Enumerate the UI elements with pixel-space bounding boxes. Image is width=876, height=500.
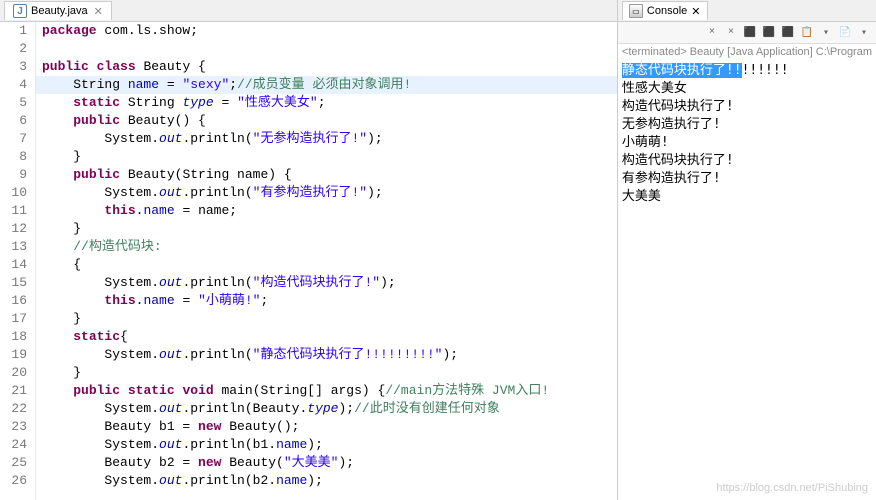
line-number: 5 (0, 94, 27, 112)
line-number: 21 (0, 382, 27, 400)
line-number: 20 (0, 364, 27, 382)
line-number: 13 (0, 238, 27, 256)
line-number: 16 (0, 292, 27, 310)
code-line[interactable]: this.name = name; (36, 202, 617, 220)
editor-tab-bar: J Beauty.java ✕ (0, 0, 617, 22)
console-toolbar: ××⬛⬛⬛📋▾📄▾ (618, 22, 876, 44)
editor-tab-filename: Beauty.java (31, 5, 88, 17)
console-output-line: 构造代码块执行了! (622, 98, 872, 116)
toolbar-button[interactable]: ▾ (818, 25, 834, 41)
code-line[interactable]: System.out.println("无参构造执行了!"); (36, 130, 617, 148)
code-line[interactable]: public Beauty() { (36, 112, 617, 130)
console-tab[interactable]: ▭ Console ✕ (622, 1, 708, 20)
line-number: 22 (0, 400, 27, 418)
code-line[interactable]: this.name = "小萌萌!"; (36, 292, 617, 310)
line-number: 14 (0, 256, 27, 274)
line-number: 7 (0, 130, 27, 148)
line-number: 10 (0, 184, 27, 202)
toolbar-button[interactable]: ⬛ (742, 25, 758, 41)
code-line[interactable]: package com.ls.show; (36, 22, 617, 40)
line-number: 4 (0, 76, 27, 94)
close-icon[interactable]: ✕ (94, 5, 103, 18)
code-line[interactable]: String name = "sexy";//成员变量 必须由对象调用! (36, 76, 617, 94)
toolbar-button[interactable]: 📄 (837, 25, 853, 41)
editor-pane: J Beauty.java ✕ 123456789101112131415161… (0, 0, 618, 500)
console-output-line: 小萌萌! (622, 134, 872, 152)
code-line[interactable]: System.out.println("静态代码块执行了!!!!!!!!!"); (36, 346, 617, 364)
console-output-line: 无参构造执行了! (622, 116, 872, 134)
code-area[interactable]: 1234567891011121314151617181920212223242… (0, 22, 617, 500)
toolbar-button[interactable]: ⬛ (780, 25, 796, 41)
close-icon[interactable]: ✕ (691, 5, 700, 18)
code-line[interactable]: } (36, 364, 617, 382)
code-line[interactable]: { (36, 256, 617, 274)
toolbar-button[interactable]: ▾ (856, 25, 872, 41)
line-number: 1 (0, 22, 27, 40)
toolbar-button[interactable]: 📋 (799, 25, 815, 41)
line-number: 9 (0, 166, 27, 184)
line-number: 17 (0, 310, 27, 328)
code-line[interactable]: } (36, 148, 617, 166)
console-output-line: 性感大美女 (622, 80, 872, 98)
code-line[interactable]: System.out.println("构造代码块执行了!"); (36, 274, 617, 292)
console-output-line: 大美美 (622, 188, 872, 206)
line-number: 25 (0, 454, 27, 472)
line-number: 2 (0, 40, 27, 58)
line-number: 6 (0, 112, 27, 130)
console-output-line: 有参构造执行了! (622, 170, 872, 188)
code-content[interactable]: package com.ls.show; public class Beauty … (36, 22, 617, 500)
line-number: 15 (0, 274, 27, 292)
editor-tab[interactable]: J Beauty.java ✕ (4, 1, 112, 20)
line-number: 18 (0, 328, 27, 346)
line-number: 23 (0, 418, 27, 436)
line-number: 12 (0, 220, 27, 238)
line-number: 19 (0, 346, 27, 364)
console-output-line: 静态代码块执行了!!!!!!!! (622, 62, 872, 80)
code-line[interactable]: //构造代码块: (36, 238, 617, 256)
code-line[interactable]: public static void main(String[] args) {… (36, 382, 617, 400)
code-line[interactable]: static{ (36, 328, 617, 346)
code-line[interactable] (36, 40, 617, 58)
code-line[interactable]: Beauty b1 = new Beauty(); (36, 418, 617, 436)
line-gutter: 1234567891011121314151617181920212223242… (0, 22, 36, 500)
console-output[interactable]: 静态代码块执行了!!!!!!!!性感大美女构造代码块执行了!无参构造执行了!小萌… (618, 60, 876, 500)
line-number: 3 (0, 58, 27, 76)
code-line[interactable]: public class Beauty { (36, 58, 617, 76)
line-number: 24 (0, 436, 27, 454)
code-line[interactable]: } (36, 310, 617, 328)
java-file-icon: J (13, 4, 27, 18)
toolbar-button[interactable]: × (704, 25, 720, 41)
code-line[interactable]: static String type = "性感大美女"; (36, 94, 617, 112)
toolbar-button[interactable]: × (723, 25, 739, 41)
code-line[interactable]: System.out.println("有参构造执行了!"); (36, 184, 617, 202)
line-number: 11 (0, 202, 27, 220)
console-output-line: 构造代码块执行了! (622, 152, 872, 170)
console-pane: ▭ Console ✕ ××⬛⬛⬛📋▾📄▾ <terminated> Beaut… (618, 0, 876, 500)
console-tab-bar: ▭ Console ✕ (618, 0, 876, 22)
toolbar-button[interactable]: ⬛ (761, 25, 777, 41)
code-line[interactable]: public Beauty(String name) { (36, 166, 617, 184)
code-line[interactable]: System.out.println(b1.name); (36, 436, 617, 454)
terminated-status: <terminated> Beauty [Java Application] C… (618, 44, 876, 60)
line-number: 26 (0, 472, 27, 490)
code-line[interactable]: System.out.println(b2.name); (36, 472, 617, 490)
console-icon: ▭ (629, 4, 643, 18)
code-line[interactable]: Beauty b2 = new Beauty("大美美"); (36, 454, 617, 472)
console-tab-label: Console (647, 5, 687, 17)
line-number: 8 (0, 148, 27, 166)
code-line[interactable]: System.out.println(Beauty.type);//此时没有创建… (36, 400, 617, 418)
code-line[interactable]: } (36, 220, 617, 238)
